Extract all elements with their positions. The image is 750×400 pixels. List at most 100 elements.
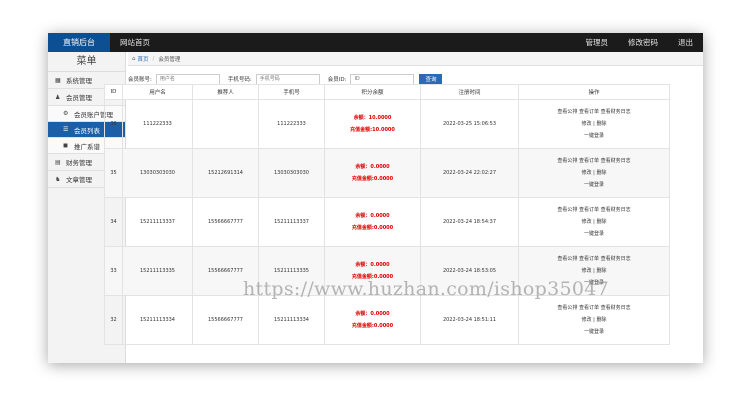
home-icon: ⌂ xyxy=(132,55,136,62)
delete-link[interactable]: 删除 xyxy=(596,317,606,323)
recharge-value: 充值金额:0.0000 xyxy=(351,176,394,182)
header-register-time: 注册时间 xyxy=(420,84,519,100)
cell-id: 34 xyxy=(104,197,123,247)
table-row: 35 13030303030 15212691314 13030303030 余… xyxy=(104,148,670,198)
cell-referrer xyxy=(192,99,259,149)
cell-username: 15211113335 xyxy=(122,246,193,296)
table-row: 34 15211113337 15566667777 15211113337 余… xyxy=(104,197,670,247)
change-password-link[interactable]: 修改密码 xyxy=(618,37,668,48)
top-navbar: 直销后台 网站首页 管理员 修改密码 退出 xyxy=(48,33,703,52)
view-orders-link[interactable]: 查看公排 xyxy=(557,305,577,311)
admin-link[interactable]: 管理员 xyxy=(576,37,619,48)
cell-id: 32 xyxy=(104,295,123,345)
view-orders-link[interactable]: 查看公排 xyxy=(557,158,577,164)
balance-value: 余额：0.0000 xyxy=(355,213,390,219)
cell-referrer: 15566667777 xyxy=(192,295,259,345)
cell-balance: 余额：0.0000 充值金额:0.0000 xyxy=(324,295,421,345)
view-finance-link[interactable]: 查看财务日志 xyxy=(601,158,631,164)
finance-icon: ▤ xyxy=(55,158,61,166)
balance-value: 余额：0.0000 xyxy=(355,262,390,268)
table-header-row: ID 用户名 推荐人 手机号 积分余额 注册时间 操作 xyxy=(104,84,670,100)
view-orders-link[interactable]: 查看公排 xyxy=(557,109,577,115)
delete-link[interactable]: 删除 xyxy=(596,219,606,225)
header-balance: 积分余额 xyxy=(324,84,421,100)
site-home-link[interactable]: 网站首页 xyxy=(110,37,160,48)
quick-login-link[interactable]: 一键登录 xyxy=(584,231,604,237)
quick-login-link[interactable]: 一键登录 xyxy=(584,182,604,188)
view-stock-link[interactable]: 查看订单 xyxy=(579,158,599,164)
cell-referrer: 15212691314 xyxy=(192,148,259,198)
view-orders-link[interactable]: 查看公排 xyxy=(557,256,577,262)
header-referrer: 推荐人 xyxy=(192,84,259,100)
cell-actions: 查看公排 查看订单 查看财务日志 修改 | 删除 一键登录 xyxy=(518,197,670,247)
view-orders-link[interactable]: 查看公排 xyxy=(557,207,577,213)
balance-value: 余额：0.0000 xyxy=(355,311,390,317)
menu-title: 菜单 xyxy=(48,52,125,72)
quick-login-link[interactable]: 一键登录 xyxy=(584,329,604,335)
breadcrumb: ⌂ 首页 / 会员管理 xyxy=(128,52,703,66)
cell-phone: 13030303030 xyxy=(258,148,325,198)
view-finance-link[interactable]: 查看财务日志 xyxy=(601,109,631,115)
cell-username: 13030303030 xyxy=(122,148,193,198)
phone-label: 手机号码: xyxy=(227,77,252,83)
balance-value: 余额：10.0000 xyxy=(353,115,392,121)
view-stock-link[interactable]: 查看订单 xyxy=(579,305,599,311)
header-actions: 操作 xyxy=(518,84,670,100)
quick-login-link[interactable]: 一键登录 xyxy=(584,133,604,139)
cell-balance: 余额：0.0000 充值金额:0.0000 xyxy=(324,197,421,247)
member-id-input[interactable] xyxy=(350,73,415,85)
breadcrumb-separator: / xyxy=(152,55,155,62)
watermark: https://www.huzhan.com/ishop35047 xyxy=(243,278,610,300)
cell-id: 33 xyxy=(104,246,123,296)
brand-title[interactable]: 直销后台 xyxy=(48,33,110,52)
tree-icon: ◼ xyxy=(63,142,68,149)
cell-id: 36 xyxy=(104,99,123,149)
view-finance-link[interactable]: 查看财务日志 xyxy=(601,256,631,262)
account-label: 会员账号: xyxy=(128,77,152,83)
header-username: 用户名 xyxy=(122,84,193,100)
edit-link[interactable]: 修改 xyxy=(582,317,592,323)
cell-register-time: 2022-03-24 18:51:11 xyxy=(420,295,519,345)
cell-phone: 111222333 xyxy=(258,99,325,149)
view-finance-link[interactable]: 查看财务日志 xyxy=(601,207,631,213)
cell-register-time: 2022-03-24 18:54:37 xyxy=(420,197,519,247)
edit-link[interactable]: 修改 xyxy=(582,268,592,274)
sidebar-item-label: 会员管理 xyxy=(66,94,92,102)
cell-actions: 查看公排 查看订单 查看财务日志 修改 | 删除 一键登录 xyxy=(518,148,670,198)
sidebar-item-label: 文章管理 xyxy=(66,176,92,184)
logout-link[interactable]: 退出 xyxy=(668,37,703,48)
delete-link[interactable]: 删除 xyxy=(596,170,606,176)
cell-phone: 15211113337 xyxy=(258,197,325,247)
account-input[interactable] xyxy=(155,73,220,85)
breadcrumb-current: 会员管理 xyxy=(158,56,181,63)
cell-id: 35 xyxy=(104,148,123,198)
view-finance-link[interactable]: 查看财务日志 xyxy=(601,305,631,311)
sidebar-item-label: 财务管理 xyxy=(66,159,92,167)
article-icon: ♞ xyxy=(55,175,61,183)
member-id-label: 会员ID: xyxy=(327,77,347,83)
cell-username: 111222333 xyxy=(122,99,193,149)
cell-referrer: 15566667777 xyxy=(192,197,259,247)
edit-link[interactable]: 修改 xyxy=(582,219,592,225)
cell-register-time: 2022-03-25 15:06:53 xyxy=(420,99,519,149)
balance-value: 余额：0.0000 xyxy=(355,164,390,170)
cell-username: 15211113334 xyxy=(122,295,193,345)
phone-input[interactable] xyxy=(255,73,320,85)
settings-icon: ▦ xyxy=(55,76,61,84)
delete-link[interactable]: 删除 xyxy=(596,121,606,127)
sidebar-item-label: 推广系谱 xyxy=(74,142,100,151)
members-table: ID 用户名 推荐人 手机号 积分余额 注册时间 操作 36 111222333… xyxy=(104,84,670,345)
view-stock-link[interactable]: 查看订单 xyxy=(579,256,599,262)
recharge-value: 充值金额:0.0000 xyxy=(351,323,394,329)
table-row: 36 111222333 111222333 余额：10.0000 充值金额:1… xyxy=(104,99,670,149)
recharge-value: 充值金额:0.0000 xyxy=(351,225,394,231)
user-icon: ♟ xyxy=(55,93,61,101)
edit-link[interactable]: 修改 xyxy=(582,121,592,127)
view-stock-link[interactable]: 查看订单 xyxy=(579,109,599,115)
edit-link[interactable]: 修改 xyxy=(582,170,592,176)
delete-link[interactable]: 删除 xyxy=(596,268,606,274)
query-button[interactable]: 查询 xyxy=(419,73,443,85)
view-stock-link[interactable]: 查看订单 xyxy=(579,207,599,213)
breadcrumb-home[interactable]: 首页 xyxy=(138,55,149,63)
recharge-value: 充值金额:10.0000 xyxy=(350,127,395,133)
